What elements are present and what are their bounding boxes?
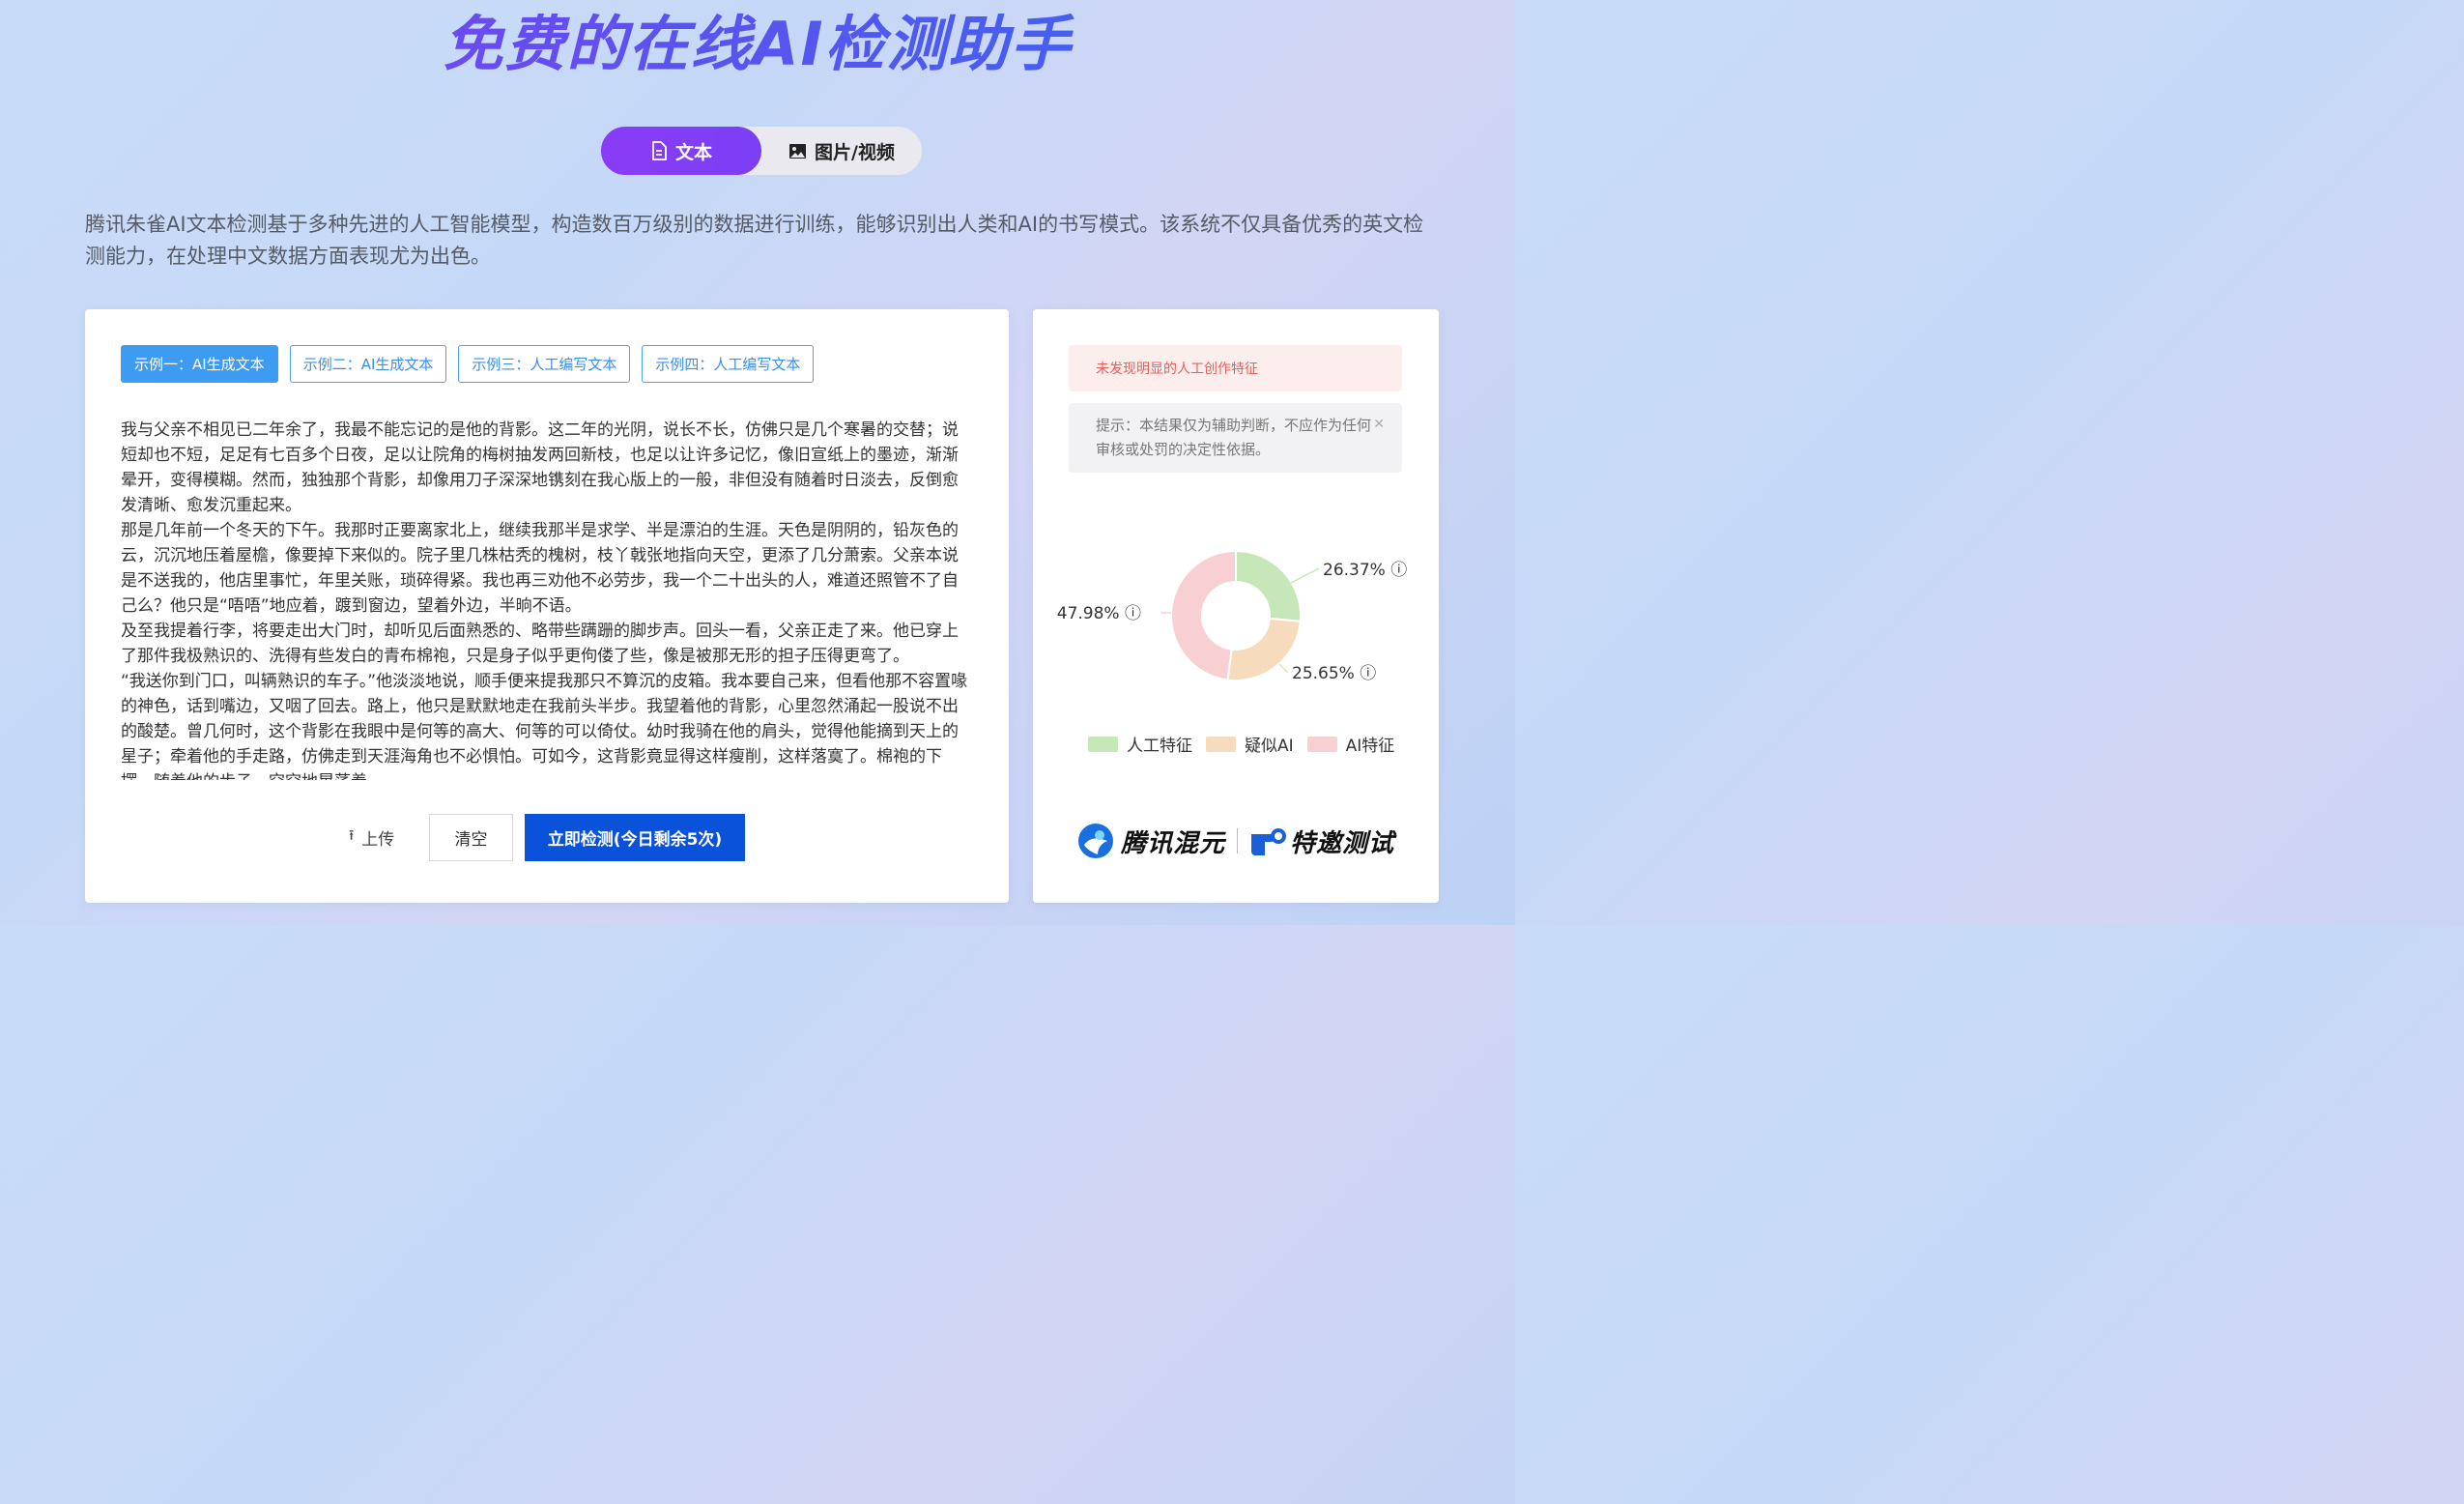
donut-data-label: 26.37% ⓘ (1323, 561, 1407, 580)
legend-swatch (1306, 736, 1337, 752)
brand-hunyuan: 腾讯混元 (1121, 828, 1226, 858)
tab-image-video-label: 图片/视频 (815, 141, 895, 163)
donut-data-label: 25.65% ⓘ (1292, 664, 1376, 683)
brand-invite-test: 特邀测试 (1290, 828, 1395, 858)
brand-divider (1237, 828, 1239, 853)
page-title: 免费的在线AI检测助手 (0, 8, 1515, 81)
result-panel: 未发现明显的人工创作特征 提示：本结果仅为辅助判断，不应作为任何审核或处罚的决定… (1033, 309, 1439, 903)
legend-label: AI特征 (1345, 737, 1395, 756)
product-description: 腾讯朱雀AI文本检测基于多种先进的人工智能模型，构造数百万级别的数据进行训练，能… (85, 213, 1424, 268)
text-paragraph: 及至我提着行李，将要走出大门时，却听见后面熟悉的、略带些蹒跚的脚步声。回头一看，… (121, 622, 959, 666)
detect-button[interactable]: 立即检测(今日剩余5次) (525, 814, 745, 861)
legend-item-suspected-ai[interactable]: 疑似AI (1206, 732, 1294, 756)
result-donut-chart: 26.37% ⓘ 25.65% ⓘ 47.98% ⓘ (1057, 549, 1407, 683)
disclaimer-tip: 提示：本结果仅为辅助判断，不应作为任何审核或处罚的决定性依据。 ✕ (1069, 403, 1402, 473)
donut-data-label: 47.98% ⓘ (1057, 604, 1141, 623)
legend-item-human[interactable]: 人工特征 (1088, 732, 1192, 756)
upload-label: 上传 (361, 830, 395, 850)
close-icon[interactable]: ✕ (1373, 413, 1385, 437)
example-2-button[interactable]: 示例二：AI生成文本 (289, 345, 447, 383)
donut-slice-2[interactable] (1226, 617, 1302, 681)
donut-leader-line (1290, 567, 1320, 584)
clear-button[interactable]: 清空 (429, 814, 513, 861)
legend-label: 人工特征 (1127, 737, 1192, 756)
upload-icon: ⭱ (349, 826, 355, 844)
tab-text-label: 文本 (674, 141, 712, 163)
branding: 腾讯混元 特邀测试 (1076, 820, 1394, 862)
legend-swatch (1088, 736, 1118, 752)
donut-leader-line (1278, 663, 1289, 674)
text-paragraph: 那是几年前一个冬天的下午。我那时正要离家北上，继续我那半是求学、半是漂泊的生涯。… (121, 521, 959, 616)
pointing-hand-icon (1251, 828, 1287, 855)
text-paragraph: 我与父亲不相见已二年余了，我最不能忘记的是他的背影。这二年的光阴，说长不长，仿佛… (121, 420, 959, 515)
chart-legend: 人工特征 疑似AI AI特征 (1088, 732, 1394, 756)
image-icon (789, 143, 807, 159)
disclaimer-text: 提示：本结果仅为辅助判断，不应作为任何审核或处罚的决定性依据。 (1096, 417, 1372, 458)
legend-swatch (1206, 736, 1236, 752)
text-paragraph: “我送你到门口，叫辆熟识的车子。”他淡淡地说，顺手便来提我那只不算沉的皮箱。我本… (121, 672, 968, 780)
donut-slice-1[interactable] (1235, 549, 1302, 622)
example-3-button[interactable]: 示例三：人工编写文本 (458, 345, 631, 383)
legend-label: 疑似AI (1245, 737, 1294, 756)
tab-text[interactable]: 文本 (601, 127, 761, 175)
tab-image-video[interactable]: 图片/视频 (761, 127, 922, 175)
text-input-panel: 示例一：AI生成文本 示例二：AI生成文本 示例三：人工编写文本 示例四：人工编… (85, 309, 1009, 903)
mode-tab-switch: 文本 图片/视频 (601, 127, 922, 175)
upload-button[interactable]: ⭱ 上传 (349, 814, 394, 861)
donut-slice-3[interactable] (1170, 549, 1237, 681)
text-input-area[interactable]: 我与父亲不相见已二年余了，我最不能忘记的是他的背影。这二年的光阴，说长不长，仿佛… (121, 418, 973, 780)
hunyuan-logo-icon (1078, 824, 1113, 858)
document-icon (652, 141, 667, 160)
result-alert: 未发现明显的人工创作特征 (1069, 345, 1402, 391)
example-1-button[interactable]: 示例一：AI生成文本 (121, 345, 278, 383)
action-bar: ⭱ 上传 清空 立即检测(今日剩余5次) (85, 814, 1009, 861)
example-buttons: 示例一：AI生成文本 示例二：AI生成文本 示例三：人工编写文本 示例四：人工编… (121, 345, 815, 383)
legend-item-ai[interactable]: AI特征 (1306, 732, 1395, 756)
example-4-button[interactable]: 示例四：人工编写文本 (642, 345, 815, 383)
